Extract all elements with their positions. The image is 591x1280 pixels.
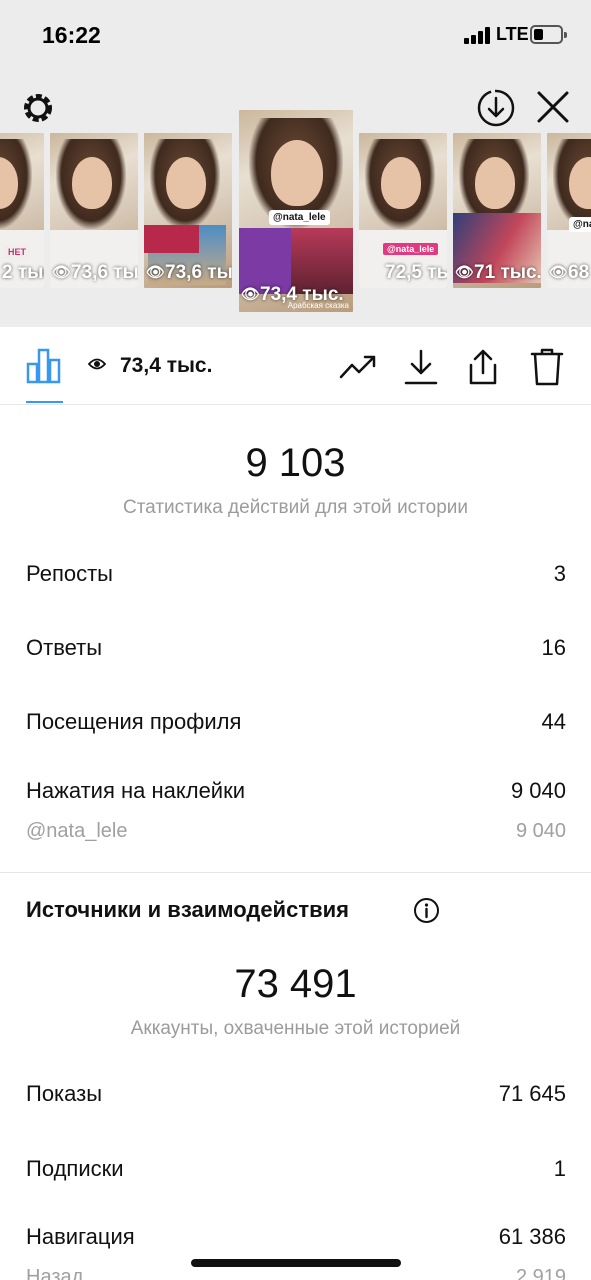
stat-label: @nata_lele xyxy=(26,820,128,842)
stat-row-reposts: Репосты 3 xyxy=(26,561,566,587)
stat-row-sticker-detail: @nata_lele 9 040 xyxy=(26,820,566,843)
stat-label: Репосты xyxy=(26,561,113,586)
reach-subtitle: Аккаунты, охваченные этой историей xyxy=(130,1018,461,1039)
download-icon[interactable] xyxy=(401,347,441,387)
settings-gear-icon[interactable] xyxy=(20,90,56,126)
status-bar: 16:22 LTE xyxy=(0,0,591,72)
section-title: Источники и взаимодействия xyxy=(26,897,349,922)
stat-label: Посещения профиля xyxy=(26,709,242,734)
bar-chart-icon[interactable] xyxy=(26,348,62,384)
network-type: LTE xyxy=(496,24,529,44)
stat-label: Подписки xyxy=(26,1156,124,1181)
stat-value: 9 040 xyxy=(515,820,566,842)
eye-icon: 👁 xyxy=(52,264,72,281)
story-thumbnail[interactable]: @nat 👁68 xyxy=(547,133,591,288)
trending-icon[interactable] xyxy=(338,347,378,387)
stat-value: 1 xyxy=(553,1156,566,1181)
stat-label: Назад xyxy=(26,1266,84,1280)
stat-value: 61 386 xyxy=(498,1224,566,1249)
story-thumbnail[interactable]: @nata_lele 72,5 тыс. xyxy=(359,133,447,288)
stat-value: 16 xyxy=(541,635,566,660)
stat-label: Ответы xyxy=(26,635,103,660)
stat-value: 9 040 xyxy=(510,778,566,803)
eye-icon xyxy=(88,358,106,370)
actions-subtitle: Статистика действий для этой истории xyxy=(122,497,469,518)
stat-row-profile-visits: Посещения профиля 44 xyxy=(26,709,566,735)
divider xyxy=(0,872,591,873)
story-thumbnail[interactable]: НЕТ 2 тыс. xyxy=(0,133,44,288)
status-time: 16:22 xyxy=(42,22,101,48)
battery-icon xyxy=(530,25,567,44)
share-icon[interactable] xyxy=(463,347,503,387)
thumbnail-views: 2 тыс. xyxy=(2,262,44,283)
thumbnail-views: 👁68 xyxy=(549,262,590,283)
save-story-icon[interactable] xyxy=(476,88,516,128)
eye-icon: 👁 xyxy=(549,264,569,281)
thumbnail-views: 👁73,4 тыс. xyxy=(241,284,344,305)
trash-icon[interactable] xyxy=(527,347,567,387)
story-thumbnail[interactable]: 👁73,6 тыс. xyxy=(50,133,138,288)
eye-icon: 👁 xyxy=(241,286,261,303)
stat-value: 71 645 xyxy=(498,1081,566,1106)
stat-value: 2 919 xyxy=(515,1266,566,1280)
stat-row-replies: Ответы 16 xyxy=(26,635,566,661)
mention-sticker: @nata_lele xyxy=(269,210,330,225)
stat-value: 44 xyxy=(541,709,566,734)
stat-label: Нажатия на наклейки xyxy=(26,778,246,803)
thumbnail-views: 👁73,6 тыс. xyxy=(146,262,232,283)
story-thumbnail-active[interactable]: @nata_lele Арабская сказка 👁73,4 тыс. xyxy=(239,110,353,312)
story-sticker: НЕТ xyxy=(4,245,30,259)
story-thumbnail[interactable]: 👁71 тыс. xyxy=(453,133,541,288)
active-tab-indicator xyxy=(26,401,63,403)
thumbnail-views: 72,5 тыс. xyxy=(385,262,447,283)
eye-icon: 👁 xyxy=(455,264,475,281)
stat-value: 3 xyxy=(553,561,566,586)
signal-icon xyxy=(464,26,490,44)
stat-row-follows: Подписки 1 xyxy=(26,1156,566,1182)
stat-label: Показы xyxy=(26,1081,103,1106)
close-icon[interactable] xyxy=(535,89,571,125)
mention-sticker: @nata_lele xyxy=(383,243,439,255)
info-icon[interactable] xyxy=(413,897,440,924)
stat-row-navigation: Навигация 61 386 xyxy=(26,1224,566,1250)
stat-label: Навигация xyxy=(26,1224,135,1249)
mention-sticker: @nat xyxy=(569,217,591,232)
stat-row-back: Назад 2 919 xyxy=(26,1266,566,1280)
views-total: 73,4 тыс. xyxy=(120,354,213,377)
reach-total: 73 491 xyxy=(234,962,357,1006)
actions-total: 9 103 xyxy=(245,441,346,485)
eye-icon: 👁 xyxy=(146,264,166,281)
home-indicator[interactable] xyxy=(191,1259,401,1267)
stat-row-impressions: Показы 71 645 xyxy=(26,1081,566,1107)
thumbnail-views: 👁73,6 тыс. xyxy=(52,262,138,283)
stat-row-sticker-taps: Нажатия на наклейки 9 040 xyxy=(26,778,566,804)
thumbnail-views: 👁71 тыс. xyxy=(455,262,541,283)
story-thumbnail[interactable]: 👁73,6 тыс. xyxy=(144,133,232,288)
